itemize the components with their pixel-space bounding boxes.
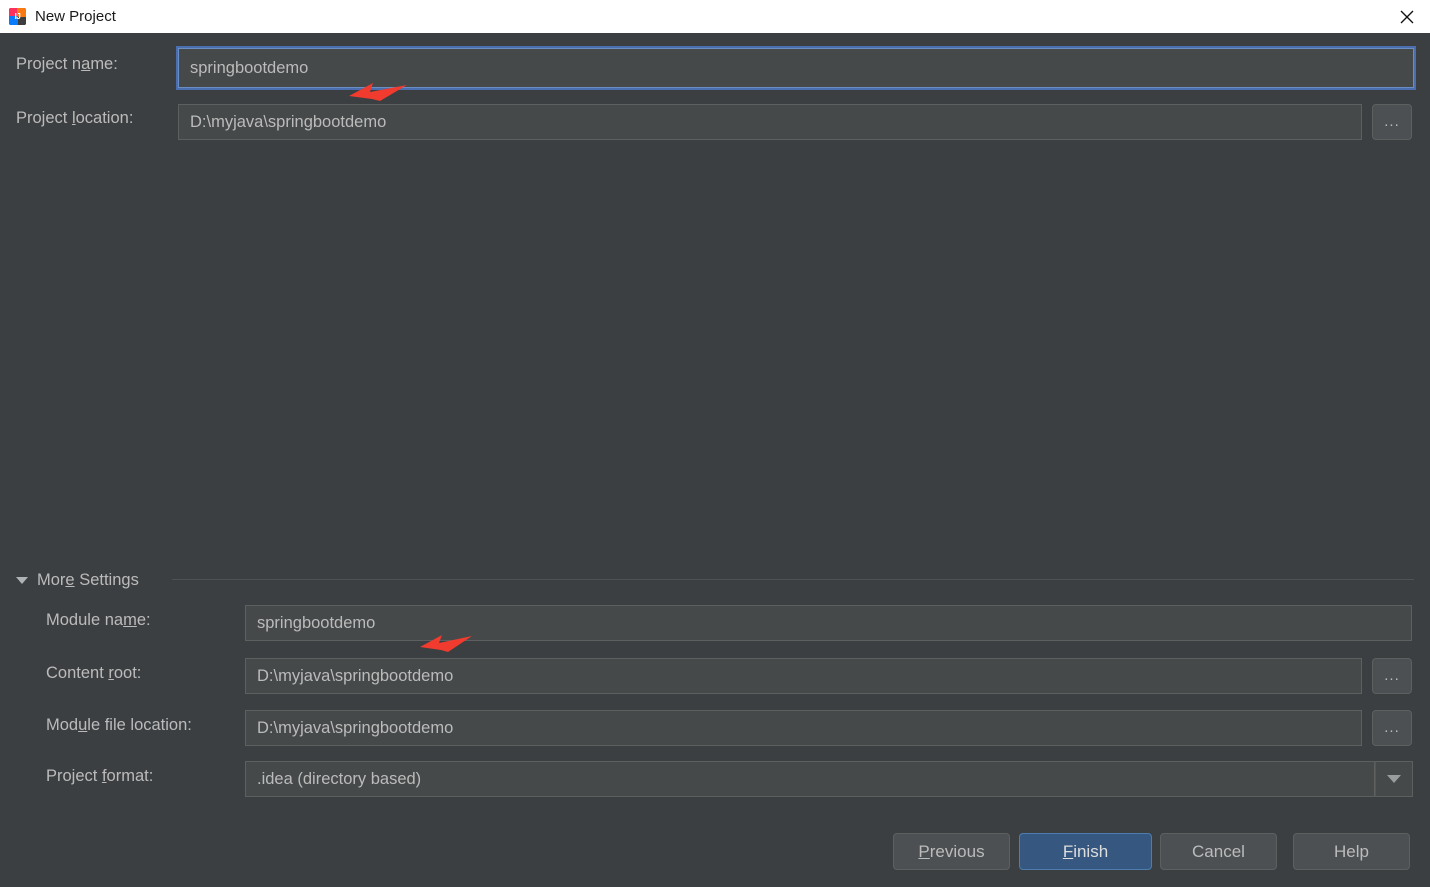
module-file-location-label-post: le file location:	[87, 716, 192, 734]
content-root-label-pre: Content	[46, 664, 109, 682]
help-button[interactable]: Help	[1293, 833, 1410, 870]
previous-button-post: revious	[929, 841, 985, 861]
previous-button[interactable]: Previous	[893, 833, 1010, 870]
module-name-input[interactable]: springbootdemo	[245, 605, 1412, 641]
project-location-value: D:\myjava\springbootdemo	[190, 112, 387, 131]
intellij-idea-logo-icon: IJ	[9, 8, 26, 25]
module-file-location-label: Module file location:	[46, 716, 192, 735]
project-name-label: Project name:	[16, 55, 118, 74]
module-name-label-pre: Module na	[46, 611, 124, 629]
content-root-browse-button[interactable]: ...	[1372, 658, 1412, 694]
finish-button[interactable]: Finish	[1019, 833, 1152, 870]
finish-button-mnemonic: F	[1062, 841, 1074, 861]
content-root-input[interactable]: D:\myjava\springbootdemo	[245, 658, 1362, 694]
module-file-location-label-mnemonic: u	[78, 716, 88, 734]
window-title: New Project	[35, 8, 116, 25]
ellipsis-icon: ...	[1384, 667, 1400, 684]
project-format-label-pre: Project	[46, 767, 102, 785]
more-settings-separator	[172, 579, 1414, 580]
module-name-value: springbootdemo	[257, 613, 376, 632]
project-name-label-post: me:	[90, 55, 118, 73]
more-settings-toggle[interactable]: More Settings	[16, 571, 139, 590]
close-icon[interactable]	[1384, 0, 1430, 33]
chevron-down-icon	[1387, 775, 1401, 783]
module-name-label-post: e:	[136, 611, 151, 629]
project-location-label: Project location:	[16, 109, 133, 128]
module-file-location-label-pre: Mod	[46, 716, 79, 734]
more-settings-label-post: Settings	[74, 571, 139, 589]
project-format-label: Project format:	[46, 767, 153, 786]
finish-button-post: inish	[1073, 841, 1109, 861]
project-location-label-pre: Project	[16, 109, 72, 127]
new-project-dialog: Project name: springbootdemo Project loc…	[0, 33, 1430, 887]
cancel-button[interactable]: Cancel	[1160, 833, 1277, 870]
project-name-label-pre: Project n	[16, 55, 82, 73]
project-format-value: .idea (directory based)	[257, 769, 422, 788]
module-name-label: Module name:	[46, 611, 151, 630]
module-file-location-browse-button[interactable]: ...	[1372, 710, 1412, 746]
project-format-select[interactable]: .idea (directory based)	[245, 761, 1375, 797]
project-name-value: springbootdemo	[190, 58, 309, 77]
previous-button-mnemonic: P	[918, 841, 930, 861]
window-titlebar: IJ New Project	[0, 0, 1430, 33]
more-settings-label-mnemonic: e	[65, 571, 75, 589]
cancel-button-label: Cancel	[1192, 841, 1245, 861]
more-settings-label-pre: Mor	[37, 571, 66, 589]
chevron-down-icon	[16, 577, 28, 584]
project-location-input[interactable]: D:\myjava\springbootdemo	[178, 104, 1362, 140]
project-location-label-post: ocation:	[75, 109, 134, 127]
project-format-label-post: ormat:	[106, 767, 154, 785]
project-location-browse-button[interactable]: ...	[1372, 104, 1412, 140]
project-name-input[interactable]: springbootdemo	[176, 46, 1416, 90]
titlebar-left-group: IJ New Project	[0, 8, 116, 25]
project-name-label-mnemonic: a	[81, 55, 91, 73]
module-file-location-value: D:\myjava\springbootdemo	[257, 718, 454, 737]
project-format-dropdown-arrow[interactable]	[1375, 761, 1413, 797]
ellipsis-icon: ...	[1384, 113, 1400, 130]
ellipsis-icon: ...	[1384, 719, 1400, 736]
module-file-location-input[interactable]: D:\myjava\springbootdemo	[245, 710, 1362, 746]
help-button-label: Help	[1334, 841, 1369, 861]
content-root-label: Content root:	[46, 664, 141, 683]
content-root-value: D:\myjava\springbootdemo	[257, 666, 454, 685]
content-root-label-post: oot:	[113, 664, 142, 682]
module-name-label-mnemonic: m	[123, 611, 137, 629]
